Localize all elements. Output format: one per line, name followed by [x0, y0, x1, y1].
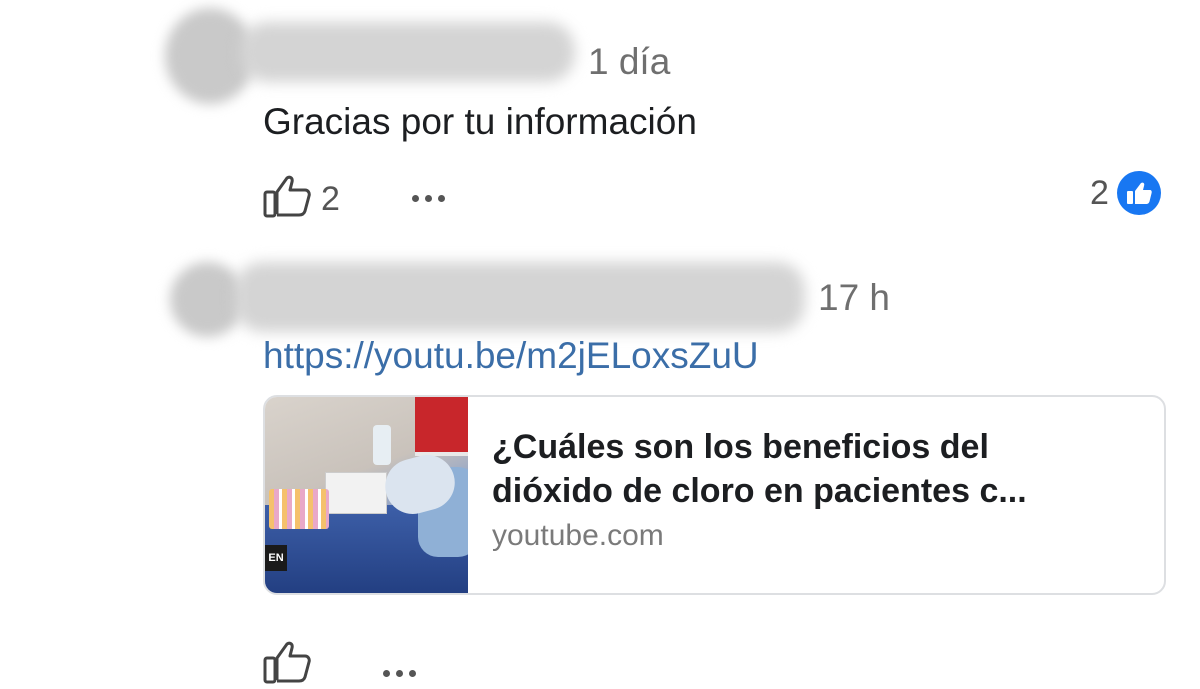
link-preview-title-line: dióxido de cloro en pacientes c...: [492, 472, 1027, 510]
link-preview-domain: youtube.com: [492, 519, 664, 552]
video-thumbnail: EN: [265, 397, 468, 593]
ellipsis-icon: [411, 195, 419, 202]
reaction-summary[interactable]: 2: [1090, 171, 1161, 215]
link-preview-title-line: ¿Cuáles son los beneficios del: [492, 428, 989, 466]
commenter-name-redacted[interactable]: [235, 262, 805, 332]
like-count: 2: [321, 179, 340, 218]
commenter-avatar[interactable]: [170, 262, 245, 337]
like-reaction-icon: [1116, 171, 1161, 215]
link-preview-card[interactable]: EN ¿Cuáles son los beneficios del dióxid…: [263, 395, 1166, 595]
commenter-name-redacted[interactable]: [240, 22, 575, 82]
comment-timestamp[interactable]: 1 día: [588, 43, 670, 80]
link-preview-body: ¿Cuáles son los beneficios del dióxido d…: [468, 397, 1051, 593]
thumbnail-brand-label: EN: [265, 545, 287, 571]
comment-actions: 2: [263, 174, 445, 223]
thumbs-up-outline-icon: [263, 174, 311, 223]
link-preview-title: ¿Cuáles son los beneficios del dióxido d…: [492, 425, 1027, 513]
like-button[interactable]: 2: [263, 174, 340, 223]
like-button[interactable]: [263, 640, 311, 689]
comment-text: Gracias por tu información: [263, 101, 697, 142]
comment-timestamp[interactable]: 17 h: [818, 279, 890, 316]
reaction-count: 2: [1090, 174, 1109, 212]
thumbs-up-outline-icon: [263, 640, 311, 689]
more-options-button[interactable]: [411, 195, 445, 202]
comment-link[interactable]: https://youtu.be/m2jELoxsZuU: [263, 337, 759, 374]
comment-actions: [263, 640, 416, 689]
